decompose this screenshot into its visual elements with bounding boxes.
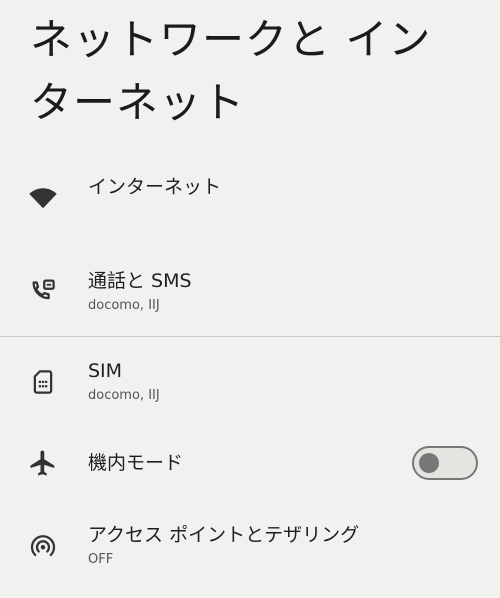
- settings-item-calls-sms[interactable]: 通話と SMS docomo, IIJ: [0, 266, 500, 320]
- divider: [0, 336, 500, 337]
- settings-item-title: アクセス ポイントとテザリング: [88, 524, 360, 546]
- settings-item-title: 通話と SMS: [88, 270, 192, 292]
- airplane-icon: [28, 448, 58, 478]
- settings-item-summary: docomo, IIJ: [88, 298, 160, 313]
- sim-card-icon: [28, 367, 58, 397]
- toggle-knob: [419, 453, 439, 473]
- wifi-icon: [28, 182, 58, 212]
- settings-item-summary: docomo, IIJ: [88, 388, 160, 403]
- hotspot-icon: [28, 531, 58, 561]
- settings-item-sim[interactable]: SIM docomo, IIJ: [0, 356, 500, 410]
- phone-sim-icon: [28, 275, 58, 305]
- settings-item-internet[interactable]: インターネット: [0, 172, 500, 222]
- settings-item-title: インターネット: [88, 176, 222, 198]
- settings-item-title: 機内モード: [88, 452, 184, 474]
- airplane-mode-toggle[interactable]: [412, 446, 478, 480]
- settings-item-title: SIM: [88, 360, 123, 382]
- settings-item-summary: OFF: [88, 552, 114, 567]
- page-title: ネットワークと インターネット: [30, 15, 432, 127]
- settings-item-hotspot-tethering[interactable]: アクセス ポイントとテザリング OFF: [0, 521, 500, 575]
